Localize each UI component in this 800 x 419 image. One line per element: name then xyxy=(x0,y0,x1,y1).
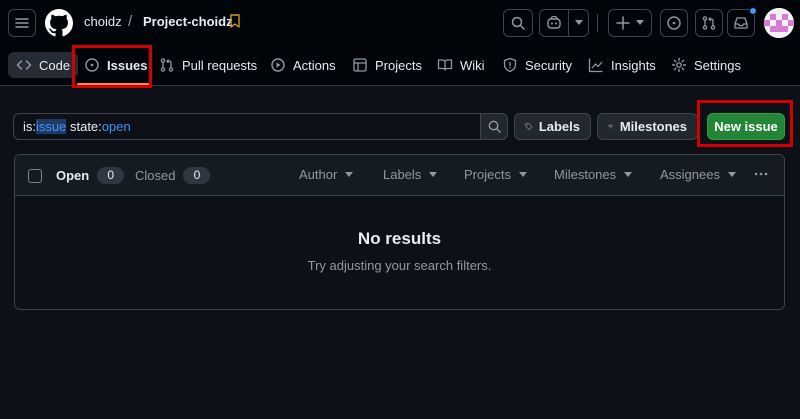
issues-tab-highlight-box xyxy=(72,45,152,88)
issue-search-input[interactable]: is:issue state:open xyxy=(13,113,481,140)
open-issues-filter[interactable]: Open 0 xyxy=(56,167,125,184)
select-all-checkbox[interactable] xyxy=(28,169,42,183)
milestones-button[interactable]: Milestones xyxy=(597,113,698,140)
tab-label: Actions xyxy=(293,57,336,73)
triangle-down-icon xyxy=(636,20,644,25)
git-pull-request-icon xyxy=(160,58,174,72)
github-mark-icon xyxy=(45,9,73,37)
empty-state-title: No results xyxy=(357,229,442,248)
inbox-icon xyxy=(734,17,748,29)
copilot-icon xyxy=(547,15,561,29)
query-token: is: xyxy=(23,119,36,134)
tab-security[interactable]: Security xyxy=(494,52,580,78)
tab-insights[interactable]: Insights xyxy=(580,52,664,78)
copilot-dropdown-button[interactable] xyxy=(569,10,588,36)
filter-label: Labels xyxy=(383,167,422,182)
milestones-button-label: Milestones xyxy=(619,119,687,134)
github-logo[interactable] xyxy=(45,9,73,37)
triangle-down-icon xyxy=(345,171,354,177)
tab-label: Settings xyxy=(694,57,741,73)
tab-pull-requests[interactable]: Pull requests xyxy=(151,52,265,78)
projects-filter-dropdown[interactable]: Projects xyxy=(464,167,527,182)
top-bar: choidz / Project-choidz xyxy=(0,0,800,44)
your-issues-button[interactable] xyxy=(660,9,688,37)
tab-label: Insights xyxy=(611,57,656,73)
tab-projects[interactable]: Projects xyxy=(344,52,430,78)
tag-icon xyxy=(525,123,533,130)
issue-opened-icon xyxy=(667,16,681,30)
tab-label: Projects xyxy=(375,57,422,73)
breadcrumb-separator: / xyxy=(128,13,133,30)
tab-wiki[interactable]: Wiki xyxy=(429,52,493,78)
search-submit-button[interactable] xyxy=(480,113,508,140)
filter-label: Assignees xyxy=(660,167,720,182)
plus-icon xyxy=(616,16,630,30)
triangle-down-icon xyxy=(574,20,583,25)
bookmark-icon[interactable] xyxy=(229,14,241,28)
search-icon xyxy=(511,16,525,30)
triangle-down-icon xyxy=(624,171,633,177)
open-label: Open xyxy=(56,168,90,183)
identicon xyxy=(764,8,794,38)
search-button[interactable] xyxy=(503,9,533,37)
more-options-icon[interactable] xyxy=(753,166,769,182)
query-token: issue xyxy=(36,119,67,134)
user-avatar[interactable] xyxy=(764,8,794,38)
filter-label: Projects xyxy=(464,167,511,182)
play-icon xyxy=(271,58,285,72)
milestones-filter-dropdown[interactable]: Milestones xyxy=(554,167,633,182)
query-token: state: xyxy=(66,119,102,134)
your-pull-requests-button[interactable] xyxy=(695,9,723,37)
tab-code[interactable]: Code xyxy=(8,52,79,78)
header-divider xyxy=(597,14,598,32)
filter-label: Author xyxy=(299,167,338,182)
hamburger-icon xyxy=(15,18,29,28)
triangle-down-icon xyxy=(518,171,527,177)
shield-icon xyxy=(503,57,517,73)
search-icon xyxy=(488,120,501,133)
unread-notification-dot xyxy=(749,7,757,15)
empty-state-subtitle: Try adjusting your search filters. xyxy=(307,258,492,273)
git-pull-request-icon xyxy=(702,16,716,30)
gear-icon xyxy=(671,57,687,73)
code-icon xyxy=(16,60,32,70)
book-icon xyxy=(437,59,453,71)
breadcrumb-repo[interactable]: Project-choidz xyxy=(143,14,233,29)
open-count-badge: 0 xyxy=(97,167,125,184)
closed-count-badge: 0 xyxy=(183,167,211,184)
labels-button-label: Labels xyxy=(538,119,580,134)
filter-label: Milestones xyxy=(554,167,617,182)
triangle-down-icon xyxy=(429,171,438,177)
milestone-icon xyxy=(608,124,614,129)
tab-label: Code xyxy=(39,57,71,73)
tab-label: Security xyxy=(525,57,572,73)
tab-settings[interactable]: Settings xyxy=(663,52,749,78)
issues-list-header: Open 0 Closed 0 Author Labels Projects M… xyxy=(15,155,784,196)
tab-label: Pull requests xyxy=(182,57,258,73)
breadcrumb-owner[interactable]: choidz xyxy=(84,14,122,29)
author-filter-dropdown[interactable]: Author xyxy=(299,167,354,182)
graph-icon xyxy=(588,58,603,73)
copilot-button-group xyxy=(539,9,589,37)
labels-filter-dropdown[interactable]: Labels xyxy=(383,167,438,182)
new-issue-highlight-box xyxy=(697,100,793,147)
menu-button[interactable] xyxy=(8,9,36,37)
tab-label: Wiki xyxy=(460,57,485,73)
issues-list-box: Open 0 Closed 0 Author Labels Projects M… xyxy=(14,154,785,310)
query-token: open xyxy=(101,119,131,134)
triangle-down-icon xyxy=(727,171,736,177)
copilot-button[interactable] xyxy=(540,10,570,36)
create-new-button[interactable] xyxy=(608,9,652,37)
labels-button[interactable]: Labels xyxy=(514,113,591,140)
tab-actions[interactable]: Actions xyxy=(262,52,344,78)
closed-issues-filter[interactable]: Closed 0 xyxy=(135,167,211,184)
assignees-filter-dropdown[interactable]: Assignees xyxy=(660,167,736,182)
closed-label: Closed xyxy=(135,168,176,183)
table-icon xyxy=(353,58,367,72)
